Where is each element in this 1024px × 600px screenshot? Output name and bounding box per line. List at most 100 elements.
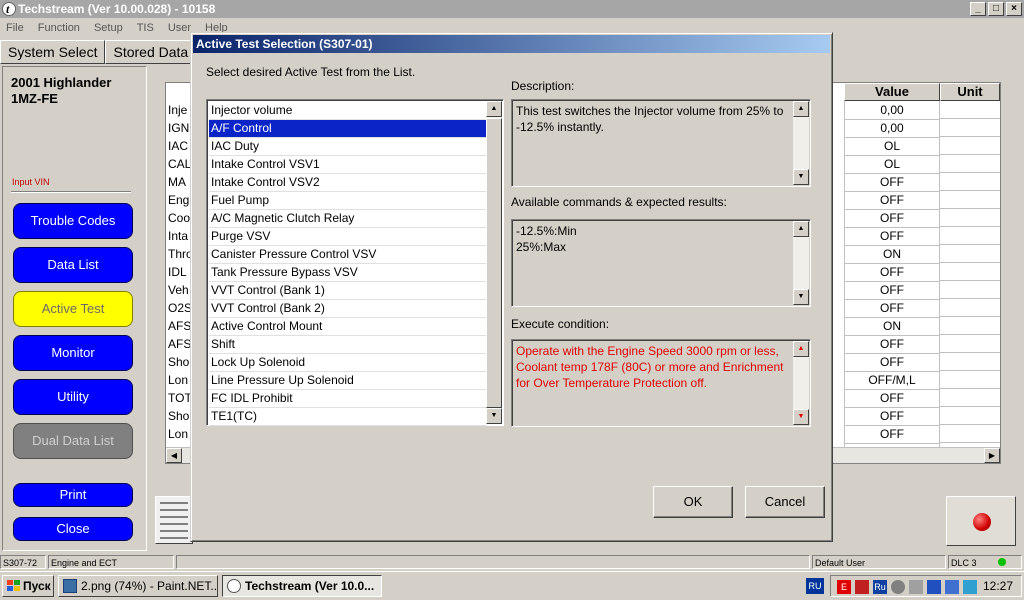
start-label: Пуск: [23, 579, 51, 593]
row-unit: [940, 119, 1000, 137]
taskbar-item-label: 2.png (74%) - Paint.NET...: [81, 579, 218, 593]
taskbar-item-techstream[interactable]: Techstream (Ver 10.0...: [222, 575, 382, 597]
row-item-name: TOT: [168, 391, 192, 405]
condition-scrollbar[interactable]: ▲ ▼: [793, 341, 809, 425]
active-test-list[interactable]: Injector volume A/F Control IAC Duty Intake…: [206, 99, 504, 426]
list-item[interactable]: TE1(TC): [209, 408, 487, 426]
monitor-tray-icon[interactable]: [963, 580, 977, 594]
commands-scrollbar[interactable]: ▲ ▼: [793, 221, 809, 305]
row-unit: [940, 263, 1000, 281]
list-item[interactable]: A/C Magnetic Clutch Relay: [209, 210, 487, 228]
list-item[interactable]: Fuel Pump: [209, 192, 487, 210]
list-item[interactable]: A/F Control: [209, 120, 487, 138]
record-stop-button[interactable]: [946, 496, 1016, 546]
e-tray-icon[interactable]: E: [837, 580, 851, 594]
taskbar-item-paint[interactable]: 2.png (74%) - Paint.NET...: [58, 575, 218, 597]
vehicle-engine: 1MZ-FE: [11, 91, 58, 106]
scroll-down-arrow-icon[interactable]: ▼: [793, 289, 809, 305]
tool-tray-icon[interactable]: [909, 580, 923, 594]
utility-button[interactable]: Utility: [13, 379, 133, 415]
red-record-icon: [973, 513, 991, 531]
scroll-right-arrow-icon[interactable]: ▶: [984, 448, 1000, 463]
network-tray-icon[interactable]: [945, 580, 959, 594]
menu-setup[interactable]: Setup: [94, 18, 123, 38]
taskbar-item-label: Techstream (Ver 10.0...: [245, 579, 375, 593]
row-item-name: Sho: [168, 355, 190, 369]
value-column-header[interactable]: Value: [844, 83, 940, 101]
list-item[interactable]: Purge VSV: [209, 228, 487, 246]
row-value: OFF: [844, 263, 940, 282]
row-value: OL: [844, 155, 940, 174]
list-item[interactable]: Lock Up Solenoid: [209, 354, 487, 372]
tab-stored-data[interactable]: Stored Data: [105, 40, 197, 64]
list-item[interactable]: Intake Control VSV2: [209, 174, 487, 192]
list-item[interactable]: Line Pressure Up Solenoid: [209, 372, 487, 390]
list-item[interactable]: Injector volume: [209, 102, 487, 120]
trouble-codes-button[interactable]: Trouble Codes: [13, 203, 133, 239]
window-title-bar: Techstream (Ver 10.00.028) - 10158 _ □ ×: [0, 0, 1024, 18]
list-item[interactable]: VVT Control (Bank 2): [209, 300, 487, 318]
list-item[interactable]: IAC Duty: [209, 138, 487, 156]
print-button[interactable]: Print: [13, 483, 133, 507]
menu-file[interactable]: File: [6, 18, 24, 38]
dialog-prompt: Select desired Active Test from the List…: [206, 65, 416, 79]
input-vin-link[interactable]: Input VIN: [12, 177, 50, 187]
status-user: Default User: [812, 555, 946, 569]
menu-function[interactable]: Function: [38, 18, 80, 38]
close-window-button[interactable]: ×: [1006, 2, 1022, 16]
list-view-icon[interactable]: [155, 496, 193, 544]
list-item[interactable]: FC IDL Prohibit: [209, 390, 487, 408]
active-test-button[interactable]: Active Test: [13, 291, 133, 327]
row-value: OFF: [844, 173, 940, 192]
status-bar: S307-72 Engine and ECT Default User DLC …: [0, 554, 1024, 570]
ru-tray-icon[interactable]: Ru: [873, 580, 887, 594]
scroll-up-arrow-icon[interactable]: ▲: [793, 221, 809, 237]
commands-label: Available commands & expected results:: [511, 195, 727, 209]
gear-tray-icon[interactable]: [891, 580, 905, 594]
cancel-button[interactable]: Cancel: [745, 486, 825, 518]
active-test-selection-dialog: Active Test Selection (S307-01) Select d…: [190, 32, 833, 542]
tab-system-select[interactable]: System Select: [0, 40, 106, 64]
maximize-button[interactable]: □: [988, 2, 1004, 16]
list-item[interactable]: Canister Pressure Control VSV: [209, 246, 487, 264]
minimize-button[interactable]: _: [970, 2, 986, 16]
row-unit: [940, 245, 1000, 263]
description-scrollbar[interactable]: ▲ ▼: [793, 101, 809, 185]
list-item[interactable]: Shift: [209, 336, 487, 354]
row-item-name: IDL: [168, 265, 187, 279]
row-value: OFF: [844, 407, 940, 426]
scroll-up-arrow-icon[interactable]: ▲: [793, 101, 809, 117]
list-item[interactable]: VVT Control (Bank 1): [209, 282, 487, 300]
red-tray-icon[interactable]: [855, 580, 869, 594]
list-item[interactable]: Tank Pressure Bypass VSV: [209, 264, 487, 282]
menu-user[interactable]: User: [168, 18, 191, 38]
data-list-button[interactable]: Data List: [13, 247, 133, 283]
row-value: ON: [844, 317, 940, 336]
unit-column-header[interactable]: Unit: [940, 83, 1000, 101]
ok-button[interactable]: OK: [653, 486, 733, 518]
row-value: ON: [844, 245, 940, 264]
language-indicator[interactable]: RU: [806, 578, 824, 594]
list-item[interactable]: Intake Control VSV1: [209, 156, 487, 174]
row-unit: [940, 371, 1000, 389]
monitor-button[interactable]: Monitor: [13, 335, 133, 371]
close-button[interactable]: Close: [13, 517, 133, 541]
list-item[interactable]: Active Control Mount: [209, 318, 487, 336]
scroll-down-arrow-icon[interactable]: ▼: [486, 408, 502, 424]
window-title: Techstream (Ver 10.00.028) - 10158: [18, 2, 216, 16]
scroll-left-arrow-icon[interactable]: ◀: [166, 448, 182, 463]
battery-tray-icon[interactable]: [927, 580, 941, 594]
scroll-down-arrow-icon[interactable]: ▼: [793, 169, 809, 185]
menu-tis[interactable]: TIS: [137, 18, 154, 38]
row-item-name: Veh: [168, 283, 189, 297]
scroll-up-arrow-icon[interactable]: ▲: [486, 101, 502, 117]
scroll-up-arrow-icon[interactable]: ▲: [793, 341, 809, 357]
scroll-thumb[interactable]: [486, 118, 502, 408]
start-button[interactable]: Пуск: [2, 575, 54, 597]
row-unit: [940, 317, 1000, 335]
scroll-down-arrow-icon[interactable]: ▼: [793, 409, 809, 425]
condition-text: Operate with the Engine Speed 3000 rpm o…: [516, 344, 784, 390]
row-item-name: Inta: [168, 229, 189, 243]
dual-data-list-button[interactable]: Dual Data List: [13, 423, 133, 459]
list-vertical-scrollbar[interactable]: ▲ ▼: [486, 101, 502, 424]
